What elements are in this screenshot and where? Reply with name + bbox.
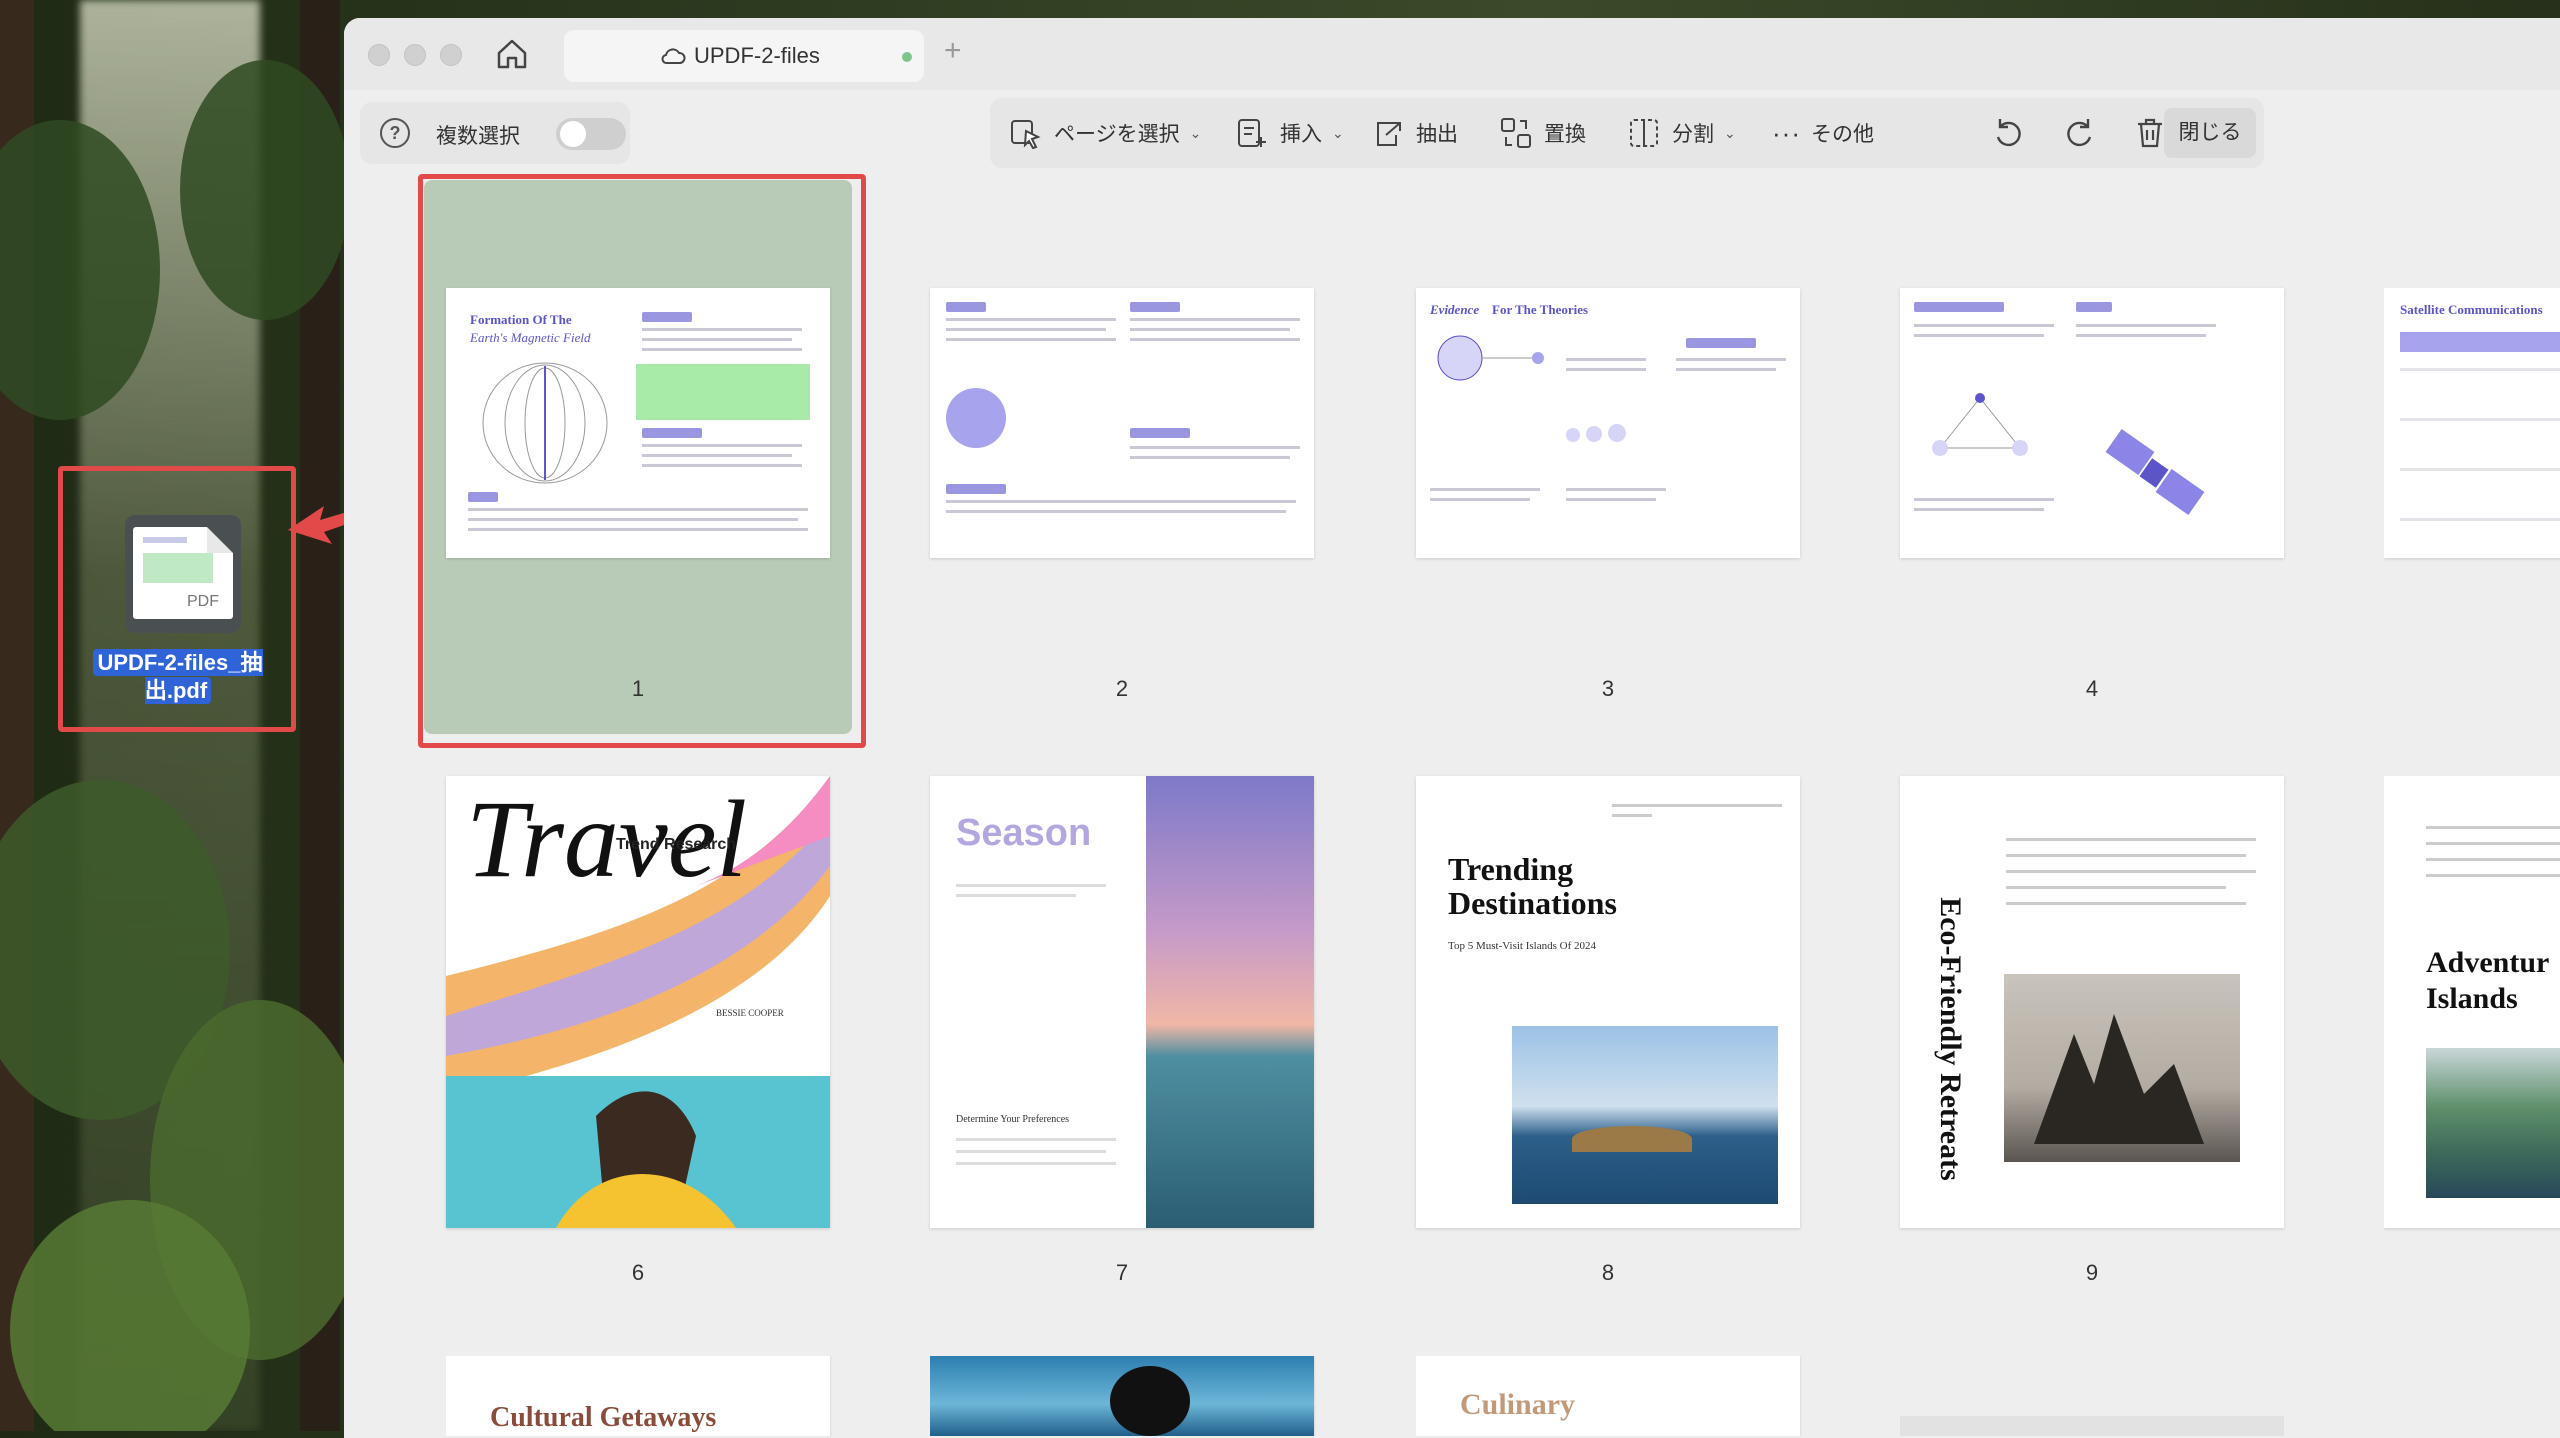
multi-select-label: 複数選択	[436, 125, 520, 148]
select-pages-label: ページを選択	[1054, 123, 1180, 146]
satellite-illustration	[2105, 429, 2205, 515]
page-thumbnail-4[interactable]: 4	[1900, 288, 2286, 708]
diver-photo	[1110, 1366, 1190, 1436]
replace-icon	[1501, 118, 1531, 148]
page-5-title: Satellite Communications	[2400, 302, 2543, 317]
island-photo	[1512, 1026, 1778, 1204]
page-8-title: Trending	[1448, 851, 1574, 887]
split-label: 分割	[1672, 123, 1714, 146]
orbit-diagram	[1437, 335, 1544, 381]
rotate-left-icon	[1996, 119, 2021, 147]
sync-status-dot	[902, 52, 912, 62]
new-tab-button[interactable]: +	[944, 34, 962, 68]
page-number-8: 8	[1601, 1260, 1615, 1285]
insert-label: 挿入	[1280, 123, 1322, 146]
page-1-title: Formation Of The	[470, 312, 572, 327]
page-number-4: 4	[2085, 676, 2099, 701]
page-8-subtitle: Top 5 Must-Visit Islands Of 2024	[1448, 940, 1596, 952]
insert-page-icon	[1238, 119, 1266, 147]
more-icon: ···	[1772, 117, 1801, 148]
title-bar: UPDF-2-files +	[344, 18, 2560, 90]
cloud-icon	[661, 48, 686, 64]
minimize-window-button[interactable]	[404, 44, 426, 66]
more-label: その他	[1810, 123, 1874, 146]
page-toolbar: ページを選択 ⌄ 挿入 ⌄ 抽出 置換 分割 ⌄ ··· その他 閉じる	[990, 98, 2264, 168]
rotate-left-button[interactable]	[1990, 98, 2026, 168]
replace-label: 置換	[1544, 123, 1586, 146]
extract-button[interactable]: 抽出	[1370, 98, 1458, 168]
page-13-title: Culinary	[1460, 1388, 1576, 1421]
page-thumbnail-13[interactable]: Culinary	[1416, 1356, 1802, 1436]
page-9-vertical-title: Eco-Friendly Retreats	[1934, 897, 1967, 1181]
trend-research-label: Trend Research	[616, 836, 737, 853]
page-thumbnail-7[interactable]: Season Determine Your Preferences 7	[930, 776, 1316, 1296]
zoom-window-button[interactable]	[440, 44, 462, 66]
document-tab[interactable]: UPDF-2-files	[564, 30, 924, 82]
page-1-subtitle: Earth's Magnetic Field	[470, 330, 591, 345]
page-thumbnail-5[interactable]: Satellite Communications	[2384, 288, 2560, 708]
page-thumbnail-1[interactable]: Formation Of The Earth's Magnetic Field …	[446, 288, 832, 708]
multi-select-toggle[interactable]	[556, 118, 626, 150]
page-thumbnail-14[interactable]	[1900, 1416, 2284, 1436]
rock-formation-photo	[2004, 974, 2240, 1162]
select-cursor-icon	[1011, 120, 1041, 150]
split-dropdown[interactable]: 分割 ⌄	[1626, 98, 1736, 168]
delete-button[interactable]	[2132, 98, 2168, 168]
page-thumbnail-2[interactable]: 2	[930, 288, 1316, 708]
desktop-pdf-file[interactable]: PDF UPDF-2-files_抽出.pdf	[58, 466, 296, 732]
page-number-2: 2	[1115, 676, 1129, 701]
rotate-right-icon	[2067, 119, 2092, 147]
page-11-title: Cultural Getaways	[490, 1402, 717, 1433]
file-name-label: UPDF-2-files_抽出.pdf	[93, 649, 263, 704]
page-8-title-line2: Destinations	[1448, 885, 1617, 921]
page-3-title-italic: Evidence	[1430, 302, 1480, 317]
help-icon[interactable]: ?	[380, 118, 410, 148]
pdf-badge: PDF	[187, 593, 219, 610]
left-toolbar: ? 複数選択	[360, 102, 630, 164]
magnetic-field-diagram	[482, 362, 608, 484]
page-10-title: Adventur	[2426, 946, 2550, 979]
page-thumbnail-11[interactable]: Cultural Getaways	[446, 1356, 832, 1436]
extract-icon	[1377, 122, 1401, 146]
page-10-title-line2: Islands	[2426, 982, 2518, 1015]
more-button[interactable]: ··· その他	[1772, 98, 1874, 168]
page-number-3: 3	[1601, 676, 1615, 701]
page-number-6: 6	[631, 1260, 645, 1285]
extract-label: 抽出	[1416, 123, 1458, 146]
page-thumbnail-3[interactable]: Evidence For The Theories 3	[1416, 288, 1802, 708]
replace-button[interactable]: 置換	[1498, 98, 1586, 168]
page-3-title: For The Theories	[1492, 302, 1589, 317]
coastline-photo	[2426, 1048, 2560, 1198]
page-thumbnail-8[interactable]: Trending Destinations Top 5 Must-Visit I…	[1416, 776, 1802, 1296]
page-number-1: 1	[631, 676, 645, 701]
select-pages-dropdown[interactable]: ページを選択 ⌄	[1008, 98, 1201, 168]
author-name: BESSIE COOPER	[716, 1008, 784, 1018]
earth-layers-figure	[946, 388, 1006, 448]
pdf-document-icon: PDF	[133, 527, 233, 619]
split-icon	[1630, 119, 1658, 147]
insert-dropdown[interactable]: 挿入 ⌄	[1234, 98, 1344, 168]
tab-title: UPDF-2-files	[694, 43, 820, 68]
satellite-network-diagram	[1932, 393, 2028, 456]
close-window-button[interactable]	[368, 44, 390, 66]
rotate-right-button[interactable]	[2062, 98, 2098, 168]
sunset-ocean-photo	[1146, 776, 1314, 1228]
page-thumbnail-12[interactable]	[930, 1356, 1316, 1436]
page-number-9: 9	[2085, 1260, 2099, 1285]
page-7-subheading: Determine Your Preferences	[956, 1114, 1070, 1125]
planets-figure	[636, 364, 810, 420]
page-number-7: 7	[1115, 1260, 1129, 1285]
page-thumbnail-6[interactable]: Travel Trend Research BESSIE COOPER 6	[446, 776, 832, 1296]
page-thumbnail-10[interactable]: Adventur Islands	[2384, 776, 2560, 1296]
trash-icon	[2138, 118, 2162, 148]
home-icon[interactable]	[494, 36, 530, 72]
close-button[interactable]: 閉じる	[2164, 108, 2256, 158]
page-thumbnail-9[interactable]: Eco-Friendly Retreats 9	[1900, 776, 2286, 1296]
season-title: Season	[956, 812, 1092, 854]
